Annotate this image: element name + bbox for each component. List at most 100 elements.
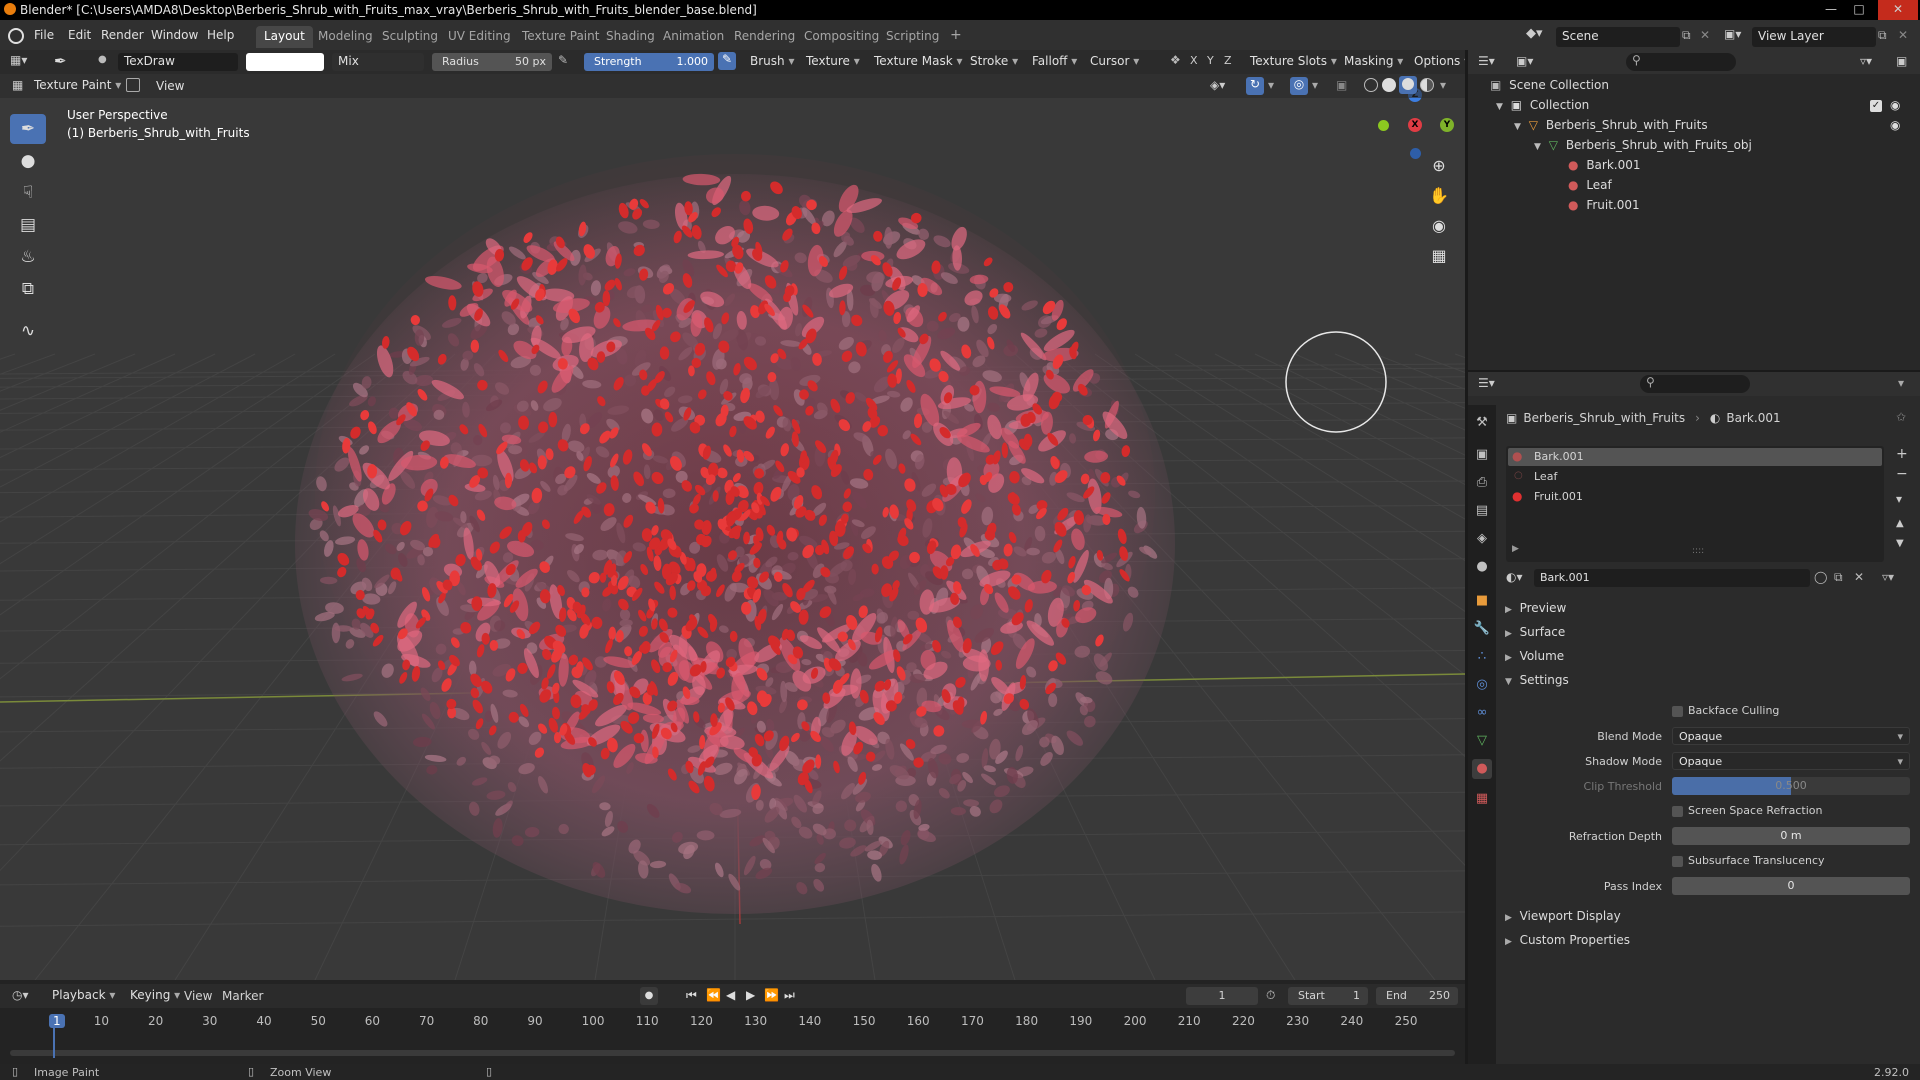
remove-slot-icon[interactable]: − bbox=[1896, 466, 1908, 482]
settings-panel-header[interactable]: ▼ Settings bbox=[1505, 673, 1569, 687]
new-scene-icon[interactable]: ⧉ bbox=[1682, 28, 1691, 43]
close-icon[interactable]: ✕ bbox=[1878, 0, 1918, 20]
gizmo-y-icon[interactable]: Y bbox=[1440, 118, 1454, 132]
surface-panel-header[interactable]: ▶ Surface bbox=[1505, 625, 1565, 639]
radius-slider[interactable]: Radius 50 px bbox=[432, 53, 552, 71]
filter-icon[interactable]: ▿▾ bbox=[1860, 54, 1872, 68]
shading-material-icon[interactable] bbox=[1399, 76, 1417, 94]
delete-scene-icon[interactable]: ✕ bbox=[1700, 28, 1710, 42]
soften-tool-icon[interactable]: ● bbox=[10, 146, 46, 176]
mask-tool-icon[interactable]: ⧉ bbox=[10, 274, 46, 304]
pin-icon[interactable]: ✩ bbox=[1896, 410, 1906, 424]
outliner-row[interactable]: ▼ ▽ Berberis_Shrub_with_Fruits_obj bbox=[1534, 138, 1752, 158]
custom-properties-panel-header[interactable]: ▶ Custom Properties bbox=[1505, 933, 1630, 947]
outliner-row[interactable]: ● Leaf bbox=[1568, 178, 1612, 198]
preview-range-icon[interactable]: ⏱ bbox=[1266, 988, 1275, 1003]
end-frame-field[interactable]: End 250 bbox=[1376, 987, 1458, 1005]
material-browse-icon[interactable]: ◐▾ bbox=[1506, 570, 1523, 584]
texture-tab-icon[interactable]: ▦ bbox=[1472, 789, 1492, 809]
ssr-checkbox[interactable] bbox=[1672, 806, 1683, 817]
playback-menu[interactable]: Playback bbox=[48, 987, 119, 1005]
outliner-editor-icon[interactable]: ☰▾ bbox=[1478, 54, 1495, 68]
duplicate-material-icon[interactable]: ⧉ bbox=[1834, 570, 1843, 585]
maximize-icon[interactable]: □ bbox=[1846, 0, 1872, 20]
refraction-depth-field[interactable]: 0 m bbox=[1672, 827, 1910, 845]
paint-mask-icon[interactable] bbox=[126, 78, 140, 92]
area-divider[interactable] bbox=[1468, 370, 1920, 372]
preview-panel-header[interactable]: ▶ Preview bbox=[1505, 601, 1566, 615]
view-layer-tab-icon[interactable]: ▤ bbox=[1472, 501, 1492, 521]
add-workspace-button[interactable]: + bbox=[942, 26, 970, 48]
properties-search-field[interactable]: ⚲ bbox=[1640, 375, 1750, 393]
texture-mask-menu[interactable]: Texture Mask bbox=[870, 53, 967, 71]
smear-tool-icon[interactable]: ☟ bbox=[10, 178, 46, 208]
next-keyframe-icon[interactable]: ⏩ bbox=[764, 988, 779, 1002]
delete-view-layer-icon[interactable]: ✕ bbox=[1898, 28, 1908, 42]
symmetry-icon[interactable]: ❖ bbox=[1170, 53, 1181, 67]
gizmo-x-icon[interactable]: X bbox=[1408, 118, 1422, 132]
jump-end-icon[interactable]: ⏭ bbox=[784, 988, 795, 1003]
properties-options-icon[interactable]: ▾ bbox=[1898, 376, 1904, 390]
tool-tab-icon[interactable]: ⚒ bbox=[1472, 413, 1492, 433]
tab-modeling[interactable]: Modeling bbox=[310, 26, 381, 48]
prev-keyframe-icon[interactable]: ⏪ bbox=[706, 988, 721, 1002]
play-reverse-icon[interactable]: ◀ bbox=[726, 988, 735, 1002]
clone-tool-icon[interactable]: ▤ bbox=[10, 210, 46, 240]
gizmo-neg-y-icon[interactable] bbox=[1378, 120, 1389, 131]
data-tab-icon[interactable]: ▽ bbox=[1472, 731, 1492, 751]
gizmo-toggle-icon[interactable]: ↻ bbox=[1246, 77, 1264, 95]
subsurface-checkbox[interactable] bbox=[1672, 856, 1683, 867]
particles-tab-icon[interactable]: ∴ bbox=[1472, 647, 1492, 667]
clip-threshold-slider[interactable]: 0.500 bbox=[1672, 777, 1910, 795]
expand-arrow-icon[interactable]: ▼ bbox=[1534, 142, 1541, 152]
expand-arrow-icon[interactable]: ▼ bbox=[1514, 122, 1521, 132]
current-frame-field[interactable]: 1 bbox=[1186, 987, 1258, 1005]
menu-edit[interactable]: Edit bbox=[68, 28, 91, 42]
visibility-toggle-icon[interactable]: ◈▾ bbox=[1210, 78, 1225, 92]
modifier-tab-icon[interactable]: 🔧 bbox=[1472, 619, 1492, 639]
texture-menu[interactable]: Texture bbox=[802, 53, 864, 71]
brush-menu[interactable]: Brush bbox=[746, 53, 798, 71]
strength-slider[interactable]: Strength 1.000 bbox=[584, 53, 714, 71]
annotate-tool-icon[interactable]: ∿ bbox=[10, 316, 46, 346]
menu-file[interactable]: File bbox=[34, 28, 54, 42]
draw-tool-icon[interactable]: ✒ bbox=[10, 114, 46, 144]
mode-dropdown[interactable]: Texture Paint bbox=[30, 77, 125, 95]
node-link-icon[interactable]: ▿▾ bbox=[1882, 570, 1894, 584]
fake-user-icon[interactable]: ◯ bbox=[1814, 570, 1827, 584]
output-tab-icon[interactable]: ⎙ bbox=[1472, 473, 1492, 493]
brush-icon[interactable]: ✒ bbox=[54, 52, 67, 70]
gizmo-dropdown-icon[interactable]: ▾ bbox=[1268, 78, 1274, 92]
timeline-view-menu[interactable]: View bbox=[184, 989, 212, 1003]
radius-pressure-icon[interactable]: ✎ bbox=[558, 53, 568, 67]
outliner-row[interactable]: ● Fruit.001 bbox=[1568, 198, 1640, 218]
jump-start-icon[interactable]: ⏮ bbox=[686, 988, 697, 1003]
shading-rendered-icon[interactable] bbox=[1420, 78, 1434, 92]
volume-panel-header[interactable]: ▶ Volume bbox=[1505, 649, 1564, 663]
blender-menu-icon[interactable] bbox=[8, 28, 24, 44]
tab-uv-editing[interactable]: UV Editing bbox=[440, 26, 519, 48]
properties-editor-icon[interactable]: ☰▾ bbox=[1478, 376, 1495, 390]
tab-animation[interactable]: Animation bbox=[655, 26, 732, 48]
tab-texture-paint[interactable]: Texture Paint bbox=[514, 26, 607, 48]
axis-z-toggle[interactable]: Z bbox=[1224, 54, 1232, 67]
shading-dropdown-icon[interactable]: ▾ bbox=[1440, 78, 1446, 92]
editor-type-icon[interactable]: ▦▾ bbox=[10, 53, 27, 67]
add-slot-icon[interactable]: + bbox=[1896, 446, 1908, 462]
shading-wireframe-icon[interactable] bbox=[1364, 78, 1378, 92]
masking-menu[interactable]: Masking bbox=[1340, 53, 1407, 71]
shadow-mode-dropdown[interactable]: Opaque ▾ bbox=[1672, 752, 1910, 770]
brush-browse-icon[interactable]: ● bbox=[98, 54, 107, 65]
material-tab-icon[interactable]: ● bbox=[1472, 759, 1492, 779]
display-mode-icon[interactable]: ▣▾ bbox=[1516, 54, 1533, 68]
list-item[interactable]: ● Fruit.001 bbox=[1508, 488, 1882, 506]
ortho-grid-icon[interactable]: ▦ bbox=[1425, 242, 1453, 270]
brush-color-swatch[interactable] bbox=[246, 53, 324, 71]
menu-window[interactable]: Window bbox=[151, 28, 198, 42]
menu-render[interactable]: Render bbox=[101, 28, 144, 42]
xray-icon[interactable]: ▣ bbox=[1336, 78, 1347, 92]
area-divider[interactable] bbox=[1465, 50, 1468, 1064]
minimize-icon[interactable]: — bbox=[1818, 0, 1844, 20]
eye-icon[interactable]: ◉ bbox=[1890, 118, 1900, 132]
outliner-row[interactable]: ▼ ▣ Collection ✓ ◉ bbox=[1496, 98, 1916, 118]
